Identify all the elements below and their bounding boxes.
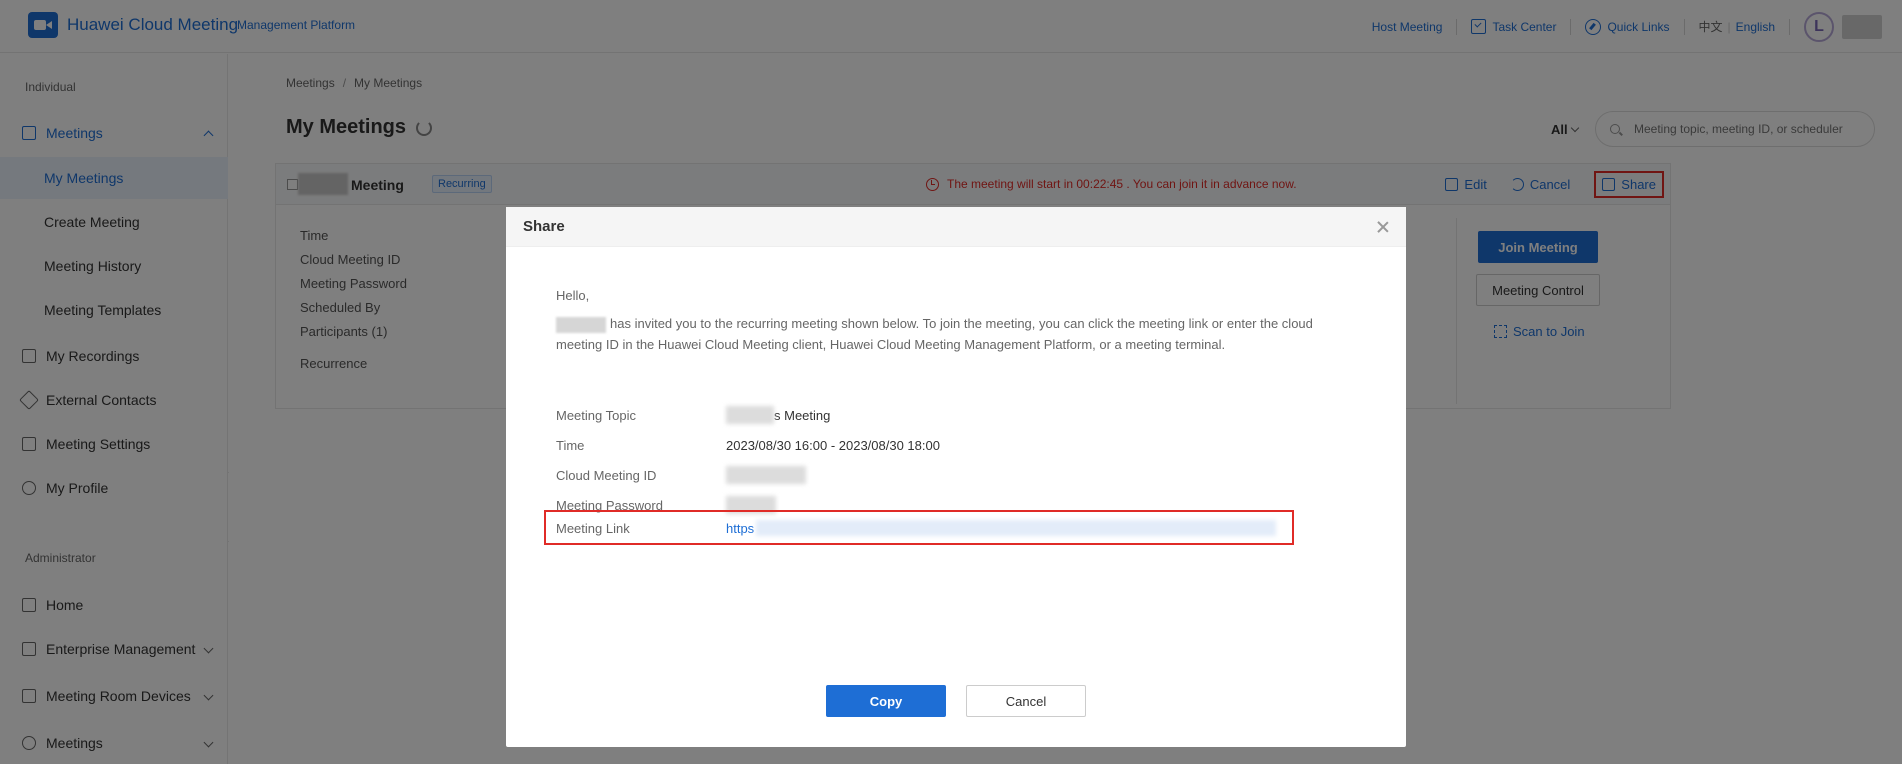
row-meeting-topic: Meeting Topic s Meeting [556, 402, 1336, 428]
meeting-topic-text: s Meeting [774, 407, 831, 423]
redacted-meeting-id [726, 466, 806, 484]
close-icon[interactable] [1376, 220, 1390, 234]
row-meeting-link: Meeting Link https [556, 515, 1336, 541]
dialog-invite-text: has invited you to the recurring meeting… [556, 313, 1346, 355]
meeting-topic-label: Meeting Topic [556, 407, 636, 423]
share-dialog: Share Hello, has invited you to the recu… [506, 207, 1406, 747]
redacted-topic [726, 406, 774, 424]
dialog-header: Share [506, 207, 1406, 247]
row-time: Time 2023/08/30 16:00 - 2023/08/30 18:00 [556, 432, 1336, 458]
meeting-link-text: https [726, 520, 755, 536]
dialog-greeting: Hello, [556, 288, 590, 303]
redacted-inviter [556, 316, 606, 333]
meeting-link[interactable]: https [726, 520, 1277, 536]
dialog-title: Share [523, 218, 565, 235]
meeting-topic-value: s Meeting [726, 406, 830, 424]
invite-text: has invited you to the recurring meeting… [556, 316, 1313, 352]
row-cloud-meeting-id: Cloud Meeting ID [556, 462, 1336, 488]
copy-button[interactable]: Copy [826, 685, 946, 717]
time-label: Time [556, 437, 585, 453]
meeting-link-label: Meeting Link [556, 520, 630, 536]
cloud-meeting-id-label: Cloud Meeting ID [556, 467, 657, 483]
redacted-link [756, 520, 1277, 536]
cancel-button[interactable]: Cancel [966, 685, 1086, 717]
time-value: 2023/08/30 16:00 - 2023/08/30 18:00 [726, 437, 940, 453]
